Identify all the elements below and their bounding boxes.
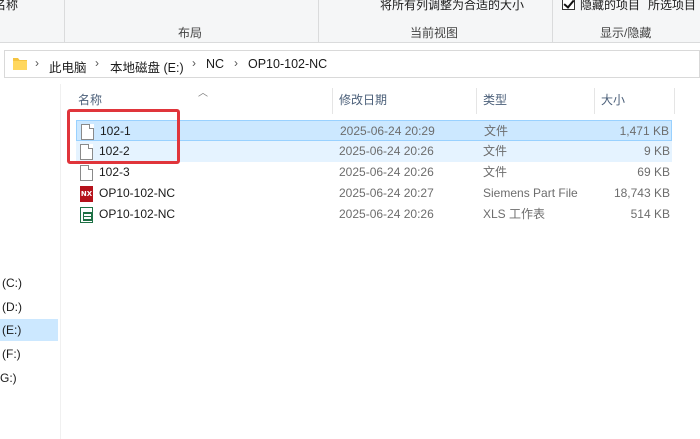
nx-part-icon: NX (80, 186, 93, 202)
ribbon: 项目名称 布局 将所有列调整为合适的大小 当前视图 隐藏的项目 所选项目 显示/… (0, 0, 700, 43)
file-size: 69 KB (637, 165, 670, 179)
nav-item-label: (C:) (2, 276, 22, 290)
column-divider[interactable] (332, 88, 333, 114)
file-date: 2025-06-24 20:26 (339, 165, 434, 179)
ribbon-separator (64, 0, 65, 42)
chevron-right-icon[interactable]: › (35, 56, 39, 70)
size-all-columns-button[interactable]: 将所有列调整为合适的大小 (380, 0, 524, 13)
file-type: 文件 (483, 165, 508, 179)
file-type: XLS 工作表 (483, 207, 546, 221)
breadcrumb-this-pc[interactable]: 此电脑 (49, 57, 87, 76)
file-size: 514 KB (630, 207, 670, 221)
file-name: 102-3 (99, 165, 130, 179)
file-row[interactable]: 102-3 2025-06-24 20:26 文件 69 KB (76, 162, 672, 183)
column-header-size[interactable]: 大小 (601, 88, 625, 112)
chevron-right-icon[interactable]: › (234, 56, 238, 70)
ribbon-separator (552, 0, 553, 42)
nav-item-drive-d[interactable]: (D:) (0, 296, 58, 318)
sort-ascending-icon: ︿ (198, 88, 208, 99)
hidden-items-label: 隐藏的项目 (580, 0, 641, 12)
navigation-pane: (C:) (D:) (E:) (F:) G:) (0, 84, 58, 439)
nav-item-drive-g[interactable]: G:) (0, 367, 58, 389)
file-name: OP10-102-NC (99, 207, 176, 221)
nav-item-label: (F:) (2, 347, 21, 361)
column-divider[interactable] (674, 88, 675, 114)
nav-item-label: G:) (0, 371, 17, 385)
file-size: 1,471 KB (619, 124, 669, 138)
ribbon-cut-text: 项目名称 (0, 0, 19, 12)
address-bar[interactable]: › 此电脑 › 本地磁盘 (E:) › NC › OP10-102-NC (4, 50, 700, 78)
chevron-right-icon[interactable]: › (192, 56, 196, 70)
nav-item-drive-f[interactable]: (F:) (0, 343, 58, 365)
ribbon-group-layout: 布局 (178, 26, 203, 40)
file-name: OP10-102-NC (99, 186, 176, 200)
nav-item-drive-c[interactable]: (C:) (0, 272, 58, 294)
file-date: 2025-06-24 20:29 (340, 124, 435, 138)
pane-splitter[interactable] (60, 84, 61, 439)
file-size: 9 KB (643, 144, 670, 158)
blank-file-icon (80, 165, 93, 181)
column-header-type[interactable]: 类型 (483, 88, 507, 112)
file-type: 文件 (484, 124, 509, 138)
file-row[interactable]: NX OP10-102-NC 2025-06-24 20:27 Siemens … (76, 183, 672, 204)
breadcrumb-current-folder[interactable]: OP10-102-NC (248, 57, 327, 71)
nav-item-label: (D:) (2, 300, 22, 314)
nav-item-drive-e[interactable]: (E:) (0, 319, 58, 341)
breadcrumb-nc[interactable]: NC (206, 57, 224, 71)
breadcrumb-drive-e[interactable]: 本地磁盘 (E:) (110, 57, 184, 76)
file-type: 文件 (483, 144, 508, 158)
file-date: 2025-06-24 20:27 (339, 186, 434, 200)
ribbon-group-current-view: 当前视图 (410, 26, 459, 40)
nav-item-label: (E:) (2, 323, 22, 337)
folder-icon (13, 58, 27, 70)
column-divider[interactable] (476, 88, 477, 114)
file-row[interactable]: OP10-102-NC 2025-06-24 20:26 XLS 工作表 514… (76, 204, 672, 225)
file-date: 2025-06-24 20:26 (339, 144, 434, 158)
file-type: Siemens Part File (483, 186, 578, 200)
red-highlight-box (67, 109, 180, 164)
selected-items-label: 所选项目 (648, 0, 697, 12)
column-header-date[interactable]: 修改日期 (339, 88, 387, 112)
chevron-right-icon[interactable]: › (95, 56, 99, 70)
ribbon-group-show-hide: 显示/隐藏 (600, 26, 652, 40)
file-size: 18,743 KB (613, 186, 670, 200)
xls-icon (80, 207, 93, 223)
hidden-items-checkbox[interactable] (562, 0, 575, 10)
ribbon-separator (318, 0, 319, 42)
file-date: 2025-06-24 20:26 (339, 207, 434, 221)
column-divider[interactable] (594, 88, 595, 114)
